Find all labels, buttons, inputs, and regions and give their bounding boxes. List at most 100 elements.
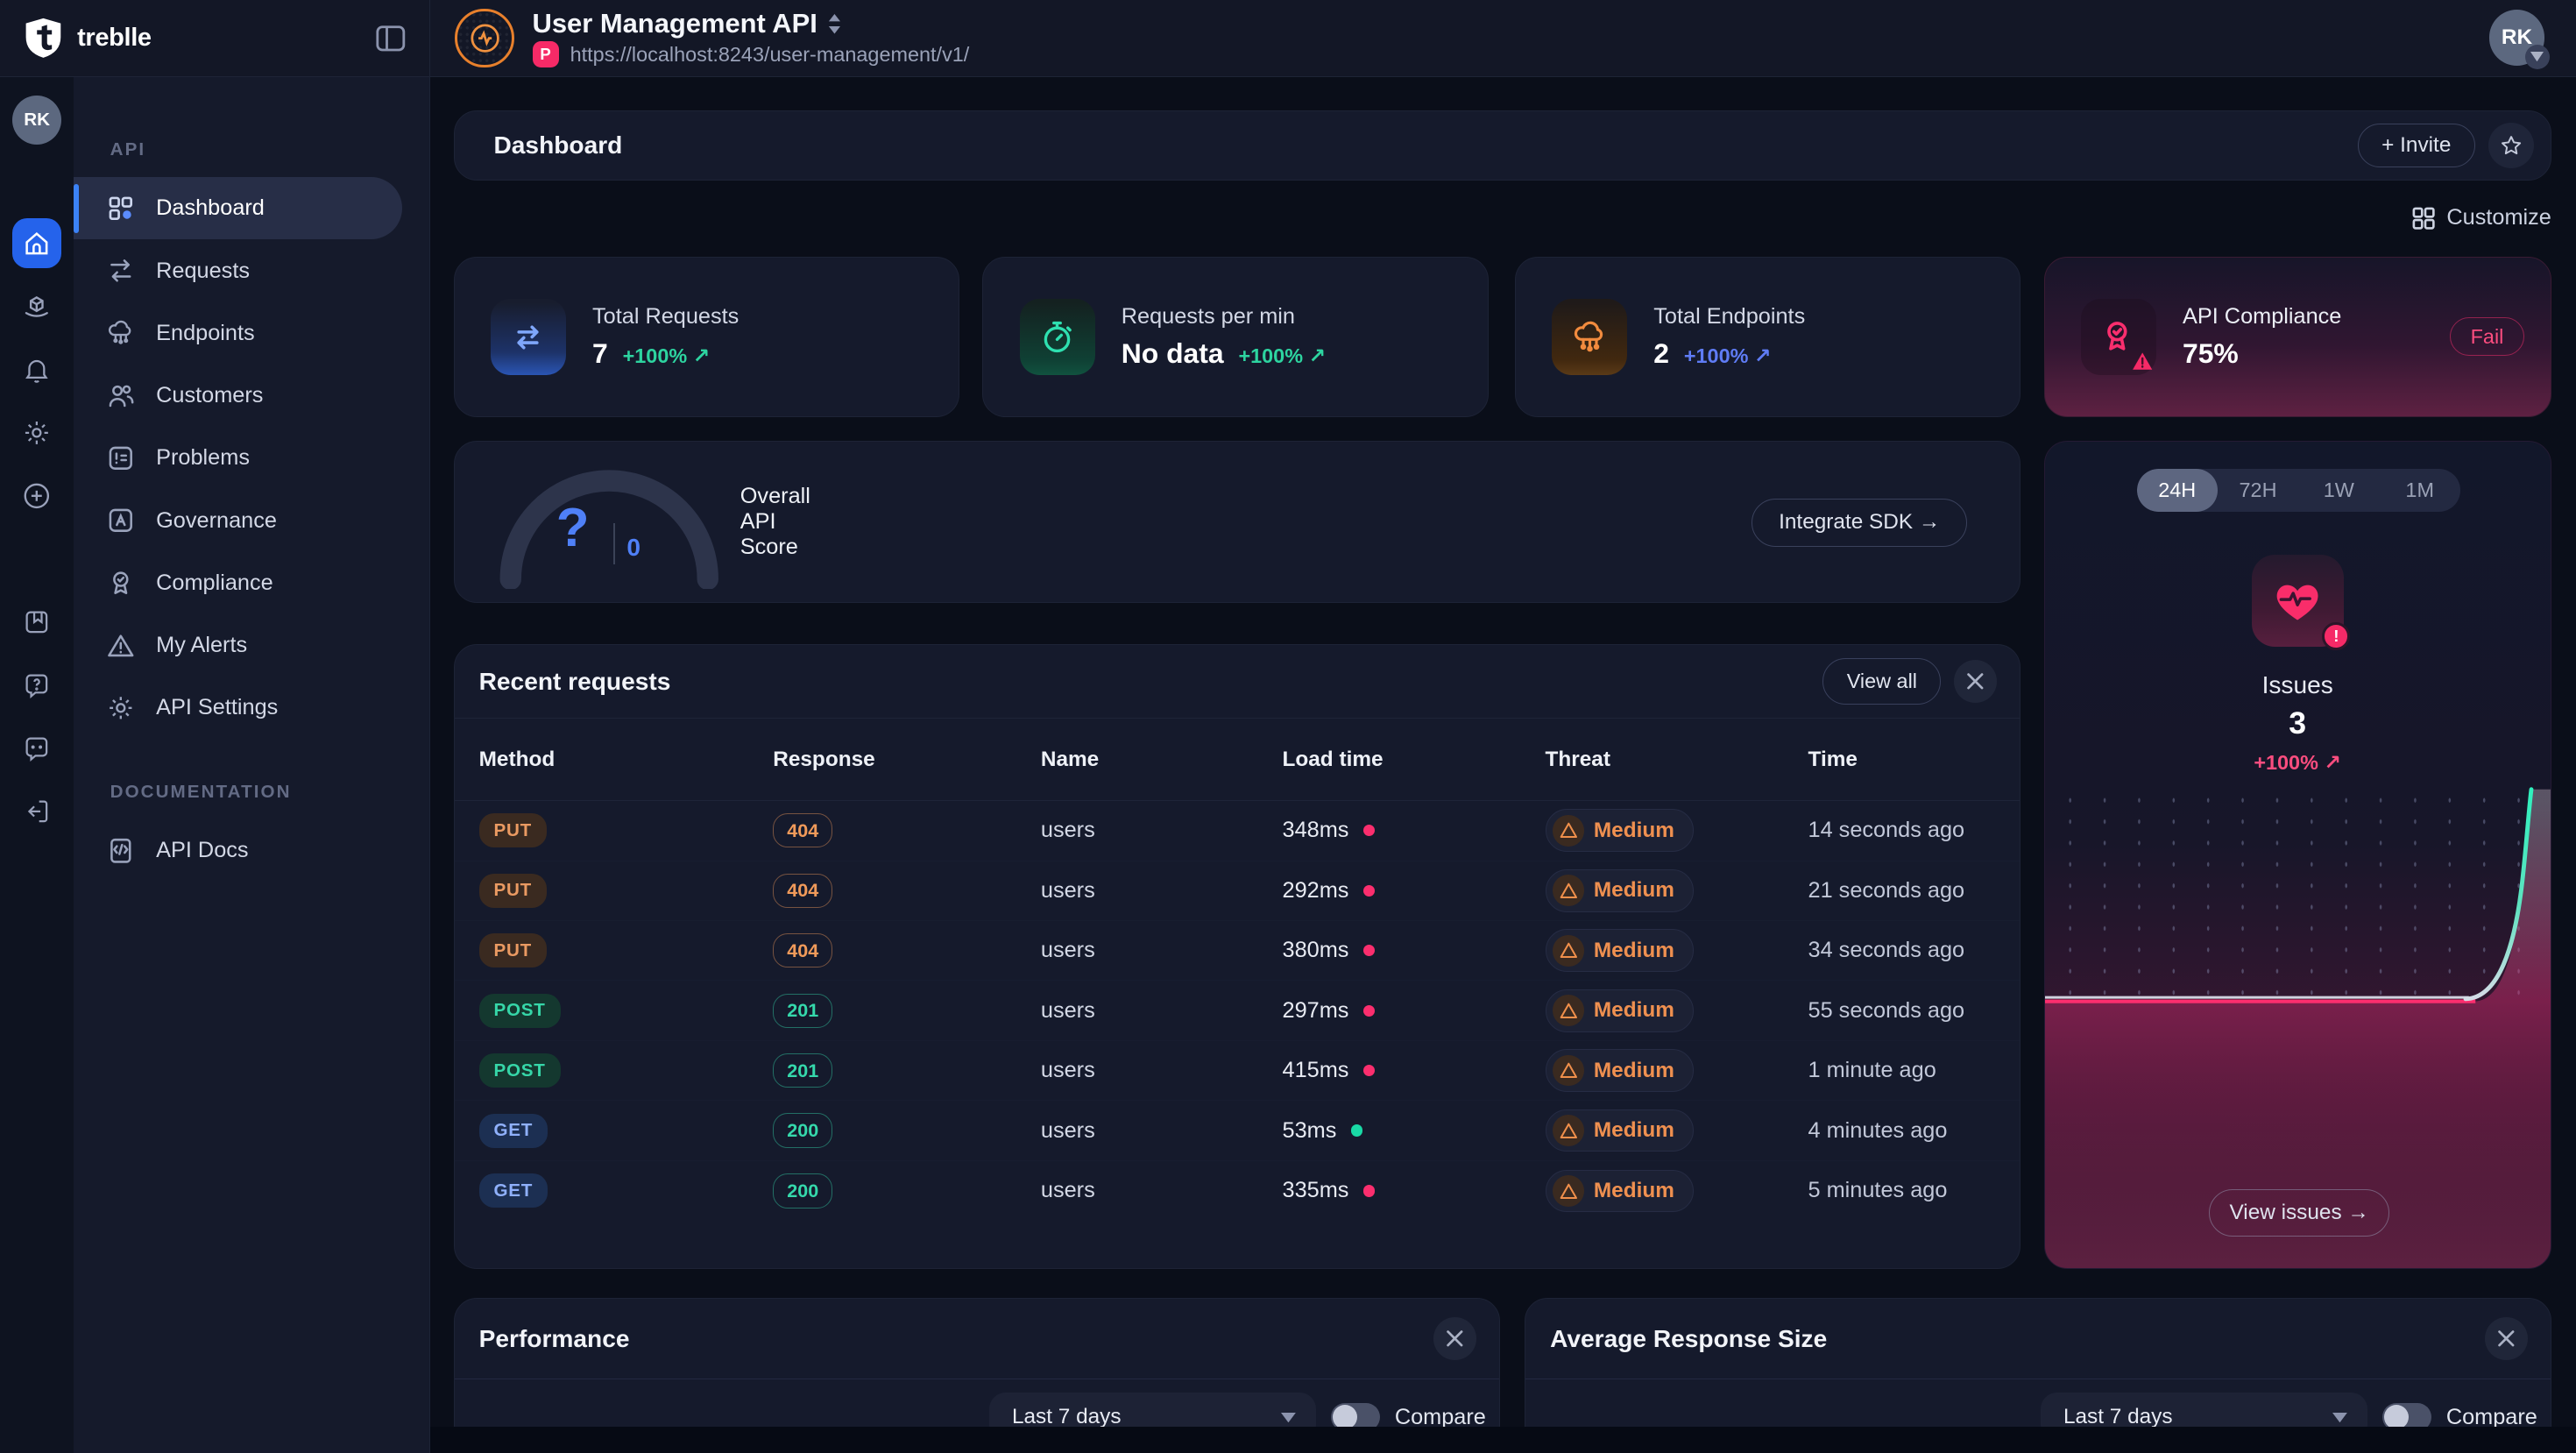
table-row[interactable]: POST 201 users 415ms Medium 1 minute ago: [455, 1041, 2020, 1101]
stat-card-total-requests: Total Requests 7 +100% ↗: [454, 257, 960, 418]
issues-delta: +100% ↗: [2045, 750, 2551, 775]
method-badge: GET: [479, 1173, 548, 1208]
sidebar-header: treblle: [0, 0, 430, 76]
close-performance-button[interactable]: [1433, 1317, 1476, 1360]
api-header: User Management API P https://localhost:…: [430, 0, 2576, 76]
close-recent-button[interactable]: [1954, 660, 1997, 703]
sidebar-item-requests[interactable]: Requests: [74, 239, 402, 301]
stopwatch-icon: [1020, 299, 1095, 374]
user-avatar[interactable]: RK: [2489, 10, 2545, 66]
sidebar-item-dashboard[interactable]: Dashboard: [74, 177, 402, 239]
panel-title: Performance: [479, 1325, 630, 1353]
range-72h[interactable]: 72H: [2218, 469, 2298, 512]
close-icon: [1966, 672, 1985, 691]
close-icon: [2497, 1329, 2516, 1348]
recent-requests-title: Recent requests: [479, 668, 671, 696]
request-time: 21 seconds ago: [1808, 878, 1996, 904]
response-badge: 201: [773, 994, 832, 1028]
method-badge: GET: [479, 1114, 548, 1148]
sidebar-item-label: Customers: [156, 383, 263, 408]
rail-user-avatar[interactable]: RK: [12, 96, 61, 145]
warning-triangle-icon: [1553, 935, 1584, 967]
request-time: 55 seconds ago: [1808, 998, 1996, 1024]
ar-cube-icon[interactable]: [12, 282, 61, 331]
table-row[interactable]: GET 200 users 335ms Medium 5 minutes ago: [455, 1161, 2020, 1221]
response-badge: 201: [773, 1053, 832, 1088]
bell-icon[interactable]: [12, 345, 61, 394]
threat-badge: Medium: [1546, 1170, 1694, 1213]
customize-button[interactable]: Customize: [2412, 205, 2551, 230]
feedback-icon[interactable]: [12, 724, 61, 773]
sidebar-item-api-settings[interactable]: API Settings: [74, 677, 402, 739]
sidebar-item-label: Endpoints: [156, 321, 255, 346]
favorite-star-button[interactable]: [2488, 123, 2535, 169]
warning-triangle-icon: [1553, 1175, 1584, 1207]
customize-grid-icon: [2412, 207, 2435, 230]
plus-circle-icon[interactable]: [12, 471, 61, 521]
range-24h[interactable]: 24H: [2137, 469, 2218, 512]
time-range-segmented-control: 24H 72H 1W 1M: [2137, 469, 2460, 512]
sidebar-item-label: Requests: [156, 259, 250, 284]
sidebar-item-customers[interactable]: Customers: [74, 365, 402, 427]
chevron-down-icon: [1281, 1413, 1296, 1422]
stat-value: 7: [592, 337, 608, 370]
sidebar-item-governance[interactable]: Governance: [74, 489, 402, 551]
integrate-sdk-button[interactable]: Integrate SDK →: [1752, 499, 1967, 546]
sort-chevrons-icon[interactable]: [827, 13, 842, 34]
table-row[interactable]: GET 200 users 53ms Medium 4 minutes ago: [455, 1101, 2020, 1160]
warning-triangle-icon: [1553, 995, 1584, 1026]
load-time: 380ms: [1283, 938, 1349, 963]
stat-label: API Compliance: [2183, 304, 2341, 330]
stat-value: 75%: [2183, 337, 2239, 370]
sidebar-item-compliance[interactable]: Compliance: [74, 552, 402, 614]
invite-button[interactable]: + Invite: [2358, 124, 2475, 168]
threat-badge: Medium: [1546, 809, 1694, 852]
help-icon[interactable]: [12, 661, 61, 710]
range-1m[interactable]: 1M: [2380, 469, 2460, 512]
logout-icon[interactable]: [12, 787, 61, 836]
table-row[interactable]: PUT 404 users 348ms Medium 14 seconds ag…: [455, 801, 2020, 861]
sidebar-item-my-alerts[interactable]: My Alerts: [74, 614, 402, 677]
customers-people-icon: [105, 380, 137, 412]
endpoints-cloud-icon: [105, 317, 137, 349]
score-divider: [613, 523, 615, 564]
chevron-down-icon: [2332, 1413, 2347, 1422]
table-row[interactable]: PUT 404 users 380ms Medium 34 seconds ag…: [455, 921, 2020, 981]
load-dot: [1363, 1065, 1375, 1076]
collapse-sidebar-icon[interactable]: [375, 24, 407, 53]
table-row[interactable]: POST 201 users 297ms Medium 55 seconds a…: [455, 981, 2020, 1040]
table-row[interactable]: PUT 404 users 292ms Medium 21 seconds ag…: [455, 861, 2020, 921]
close-avg-response-button[interactable]: [2485, 1317, 2528, 1360]
compliance-award-warning-icon: [2081, 299, 2156, 374]
load-dot: [1363, 825, 1375, 836]
nav-section-documentation: DOCUMENTATION: [74, 782, 429, 819]
compliance-status-badge: Fail: [2450, 317, 2524, 356]
load-time: 348ms: [1283, 818, 1349, 843]
gear-icon[interactable]: [12, 408, 61, 457]
sidebar-item-label: Governance: [156, 508, 277, 534]
stat-value: 2: [1653, 337, 1669, 370]
home-icon[interactable]: [12, 218, 61, 267]
treblle-shield-icon: [23, 17, 64, 60]
response-badge: 200: [773, 1113, 832, 1147]
method-badge: PUT: [479, 874, 547, 908]
page-header: Dashboard + Invite: [454, 110, 2551, 181]
api-title[interactable]: User Management API: [533, 9, 817, 39]
sidebar-item-problems[interactable]: Problems: [74, 427, 402, 489]
api-avatar[interactable]: [455, 9, 514, 68]
view-issues-button[interactable]: View issues →: [2209, 1189, 2389, 1237]
sidebar-item-endpoints[interactable]: Endpoints: [74, 302, 402, 365]
response-badge: 200: [773, 1173, 832, 1208]
sidebar-item-api-docs[interactable]: API Docs: [74, 819, 402, 882]
warning-triangle-icon: [1553, 815, 1584, 847]
stat-label: Total Requests: [592, 304, 739, 330]
compliance-award-icon: [105, 567, 137, 599]
request-time: 34 seconds ago: [1808, 938, 1996, 963]
score-title: Overall API Score: [740, 484, 810, 560]
column-header: Response: [773, 748, 1041, 772]
bookmark-icon[interactable]: [12, 598, 61, 647]
view-all-button[interactable]: View all: [1822, 658, 1941, 705]
customize-label: Customize: [2446, 205, 2551, 230]
range-1w[interactable]: 1W: [2298, 469, 2379, 512]
request-name: users: [1041, 818, 1283, 843]
